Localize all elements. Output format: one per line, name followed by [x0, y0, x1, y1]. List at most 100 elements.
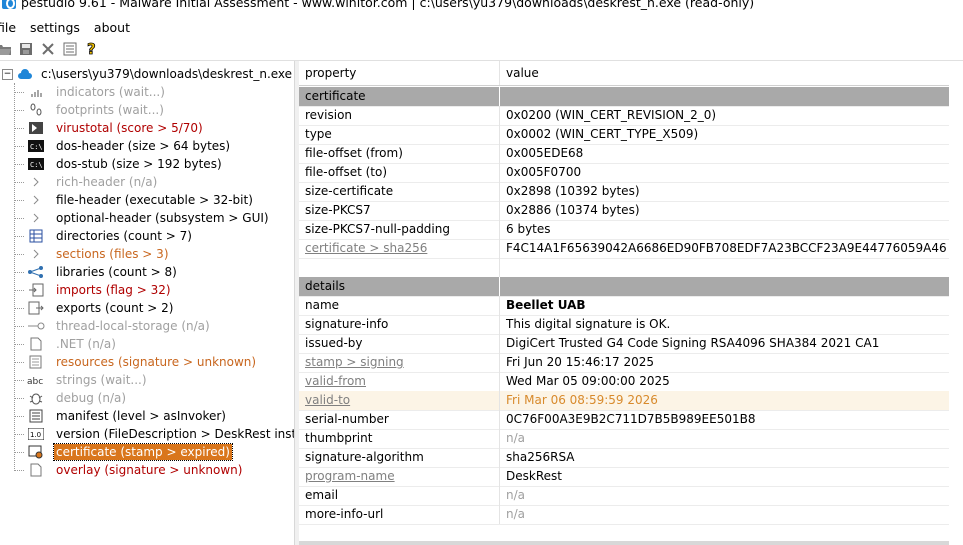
- tree-item-indicators[interactable]: indicators (wait...): [26, 83, 167, 101]
- table-row[interactable]: file-offset (from) 0x005EDE68: [299, 144, 949, 164]
- table-row[interactable]: size-certificate 0x2898 (10392 bytes): [299, 182, 949, 202]
- property-cell: size-PKCS7: [299, 201, 500, 220]
- close-file-icon[interactable]: [38, 40, 58, 58]
- tree-item-footprints[interactable]: footprints (wait...): [26, 101, 166, 119]
- table-row[interactable]: file-offset (to) 0x005F0700: [299, 163, 949, 183]
- table-row[interactable]: program-name DeskRest: [299, 467, 949, 487]
- tree-item-debug[interactable]: debug (n/a): [26, 389, 128, 407]
- tree-item-label: rich-header (n/a): [56, 175, 158, 189]
- tree-root[interactable]: − c:\users\yu379\downloads\deskrest_n.ex…: [0, 65, 292, 83]
- tree-connector-branch: [14, 128, 24, 129]
- svg-text:?: ?: [87, 41, 96, 57]
- virustotal-icon: [26, 120, 46, 136]
- tree-connector-branch: [14, 380, 24, 381]
- value-cell: 0x0200 (WIN_CERT_REVISION_2_0): [506, 108, 717, 122]
- table-row[interactable]: certificate > sha256 F4C14A1F65639042A668…: [299, 239, 949, 259]
- table-row[interactable]: valid-from Wed Mar 05 09:00:00 2025: [299, 372, 949, 392]
- property-cell: revision: [299, 106, 500, 125]
- tree-item-rich-header[interactable]: rich-header (n/a): [26, 173, 159, 191]
- tree-item-thread-local-storage[interactable]: thread-local-storage (n/a): [26, 317, 212, 335]
- table-row[interactable]: stamp > signing Fri Jun 20 15:46:17 2025: [299, 353, 949, 373]
- table-row[interactable]: more-info-url n/a: [299, 505, 949, 525]
- menu-settings[interactable]: settings: [30, 20, 80, 35]
- property-cell[interactable]: certificate > sha256: [299, 239, 500, 258]
- table-row[interactable]: serial-number 0C76F00A3E9B2C711D7B5B989EE…: [299, 410, 949, 430]
- list-icon[interactable]: [60, 40, 80, 58]
- tree-connector-branch: [14, 164, 24, 165]
- detail-table: property value certificate revision 0x0200…: [299, 61, 963, 545]
- table-row[interactable]: type 0x0002 (WIN_CERT_TYPE_X509): [299, 125, 949, 145]
- table-row[interactable]: valid-to Fri Mar 06 08:59:59 2026: [299, 391, 949, 411]
- help-icon[interactable]: ?: [82, 40, 102, 58]
- table-row[interactable]: thumbprint n/a: [299, 429, 949, 449]
- window-title: pestudio 9.61 - Malware Initial Assessme…: [21, 0, 755, 10]
- tree-item-strings[interactable]: abc strings (wait...): [26, 371, 149, 389]
- horizontal-scrollbar[interactable]: [299, 541, 949, 545]
- property-cell: size-certificate: [299, 182, 500, 201]
- tree-item-certificate[interactable]: certificate (stamp > expired): [26, 443, 233, 461]
- value-cell: 0x2886 (10374 bytes): [506, 203, 640, 217]
- tree-item-dos-stub[interactable]: C:\ dos-stub (size > 192 bytes): [26, 155, 224, 173]
- table-row[interactable]: signature-info This digital signature is …: [299, 315, 949, 335]
- tree-connector-branch: [14, 416, 24, 417]
- collapse-icon[interactable]: −: [2, 68, 13, 80]
- tree-item-resources[interactable]: resources (signature > unknown): [26, 353, 258, 371]
- blank-row: [299, 258, 949, 278]
- value-cell: 0x2898 (10392 bytes): [506, 184, 640, 198]
- tree-item-virustotal[interactable]: virustotal (score > 5/70): [26, 119, 205, 137]
- tree-item-imports[interactable]: imports (flag > 32): [26, 281, 173, 299]
- table-row[interactable]: size-PKCS7-null-padding 6 bytes: [299, 220, 949, 240]
- value-cell: Fri Jun 20 15:46:17 2025: [506, 355, 655, 369]
- manifest-icon: [26, 408, 46, 424]
- save-icon[interactable]: [16, 40, 36, 58]
- table-row[interactable]: email n/a: [299, 486, 949, 506]
- section-header[interactable]: certificate: [299, 87, 949, 107]
- table-row[interactable]: revision 0x0200 (WIN_CERT_REVISION_2_0): [299, 106, 949, 126]
- property-cell[interactable]: program-name: [299, 467, 500, 486]
- property-cell[interactable]: valid-to: [299, 391, 500, 410]
- open-folder-icon[interactable]: [0, 40, 14, 58]
- property-cell[interactable]: stamp > signing: [299, 353, 500, 372]
- property-cell: certificate: [299, 87, 500, 106]
- tree-item-version[interactable]: 1.0 version (FileDescription > DeskRest i…: [26, 425, 329, 443]
- section-header[interactable]: details: [299, 277, 949, 297]
- table-row[interactable]: size-PKCS7 0x2886 (10374 bytes): [299, 201, 949, 221]
- tree-connector-branch: [14, 236, 24, 237]
- property-cell: file-offset (to): [299, 163, 500, 182]
- svg-text:1.0: 1.0: [30, 431, 41, 439]
- tree-item-dos-header[interactable]: C:\ dos-header (size > 64 bytes): [26, 137, 232, 155]
- table-row[interactable]: issued-by DigiCert Trusted G4 Code Signin…: [299, 334, 949, 354]
- chevron-right-icon: [26, 174, 46, 190]
- tree-item-exports[interactable]: exports (count > 2): [26, 299, 175, 317]
- tree-item-optional-header[interactable]: optional-header (subsystem > GUI): [26, 209, 271, 227]
- tree-item-net[interactable]: .NET (n/a): [26, 335, 118, 353]
- table-row[interactable]: name Beellet UAB: [299, 296, 949, 316]
- property-cell[interactable]: valid-from: [299, 372, 500, 391]
- value-cell: [500, 87, 946, 106]
- tree-item-overlay[interactable]: overlay (signature > unknown): [26, 461, 244, 479]
- column-property[interactable]: property: [299, 61, 500, 85]
- table-header: property value: [299, 61, 949, 86]
- bug-icon: [26, 390, 46, 406]
- property-cell: thumbprint: [299, 429, 500, 448]
- table-row[interactable]: signature-algorithm sha256RSA: [299, 448, 949, 468]
- tree-item-label: dos-stub (size > 192 bytes): [56, 157, 222, 171]
- tree-item-manifest[interactable]: manifest (level > asInvoker): [26, 407, 228, 425]
- value-cell: 0x0002 (WIN_CERT_TYPE_X509): [506, 127, 699, 141]
- tree-item-libraries[interactable]: libraries (count > 8): [26, 263, 179, 281]
- import-icon: [26, 282, 46, 298]
- tree-item-label: exports (count > 2): [56, 301, 174, 315]
- value-cell: [500, 258, 946, 277]
- menu-file[interactable]: file: [0, 20, 16, 35]
- value-cell: n/a: [506, 488, 526, 502]
- menu-about[interactable]: about: [94, 20, 130, 35]
- tree-connector-branch: [14, 398, 24, 399]
- tree-connector-branch: [14, 92, 24, 93]
- value-cell: n/a: [506, 431, 526, 445]
- tree-item-file-header[interactable]: file-header (executable > 32-bit): [26, 191, 255, 209]
- tree-item-directories[interactable]: directories (count > 7): [26, 227, 194, 245]
- property-cell: details: [299, 277, 500, 296]
- column-value[interactable]: value: [500, 61, 946, 85]
- property-cell: signature-algorithm: [299, 448, 500, 467]
- tree-item-sections[interactable]: sections (files > 3): [26, 245, 171, 263]
